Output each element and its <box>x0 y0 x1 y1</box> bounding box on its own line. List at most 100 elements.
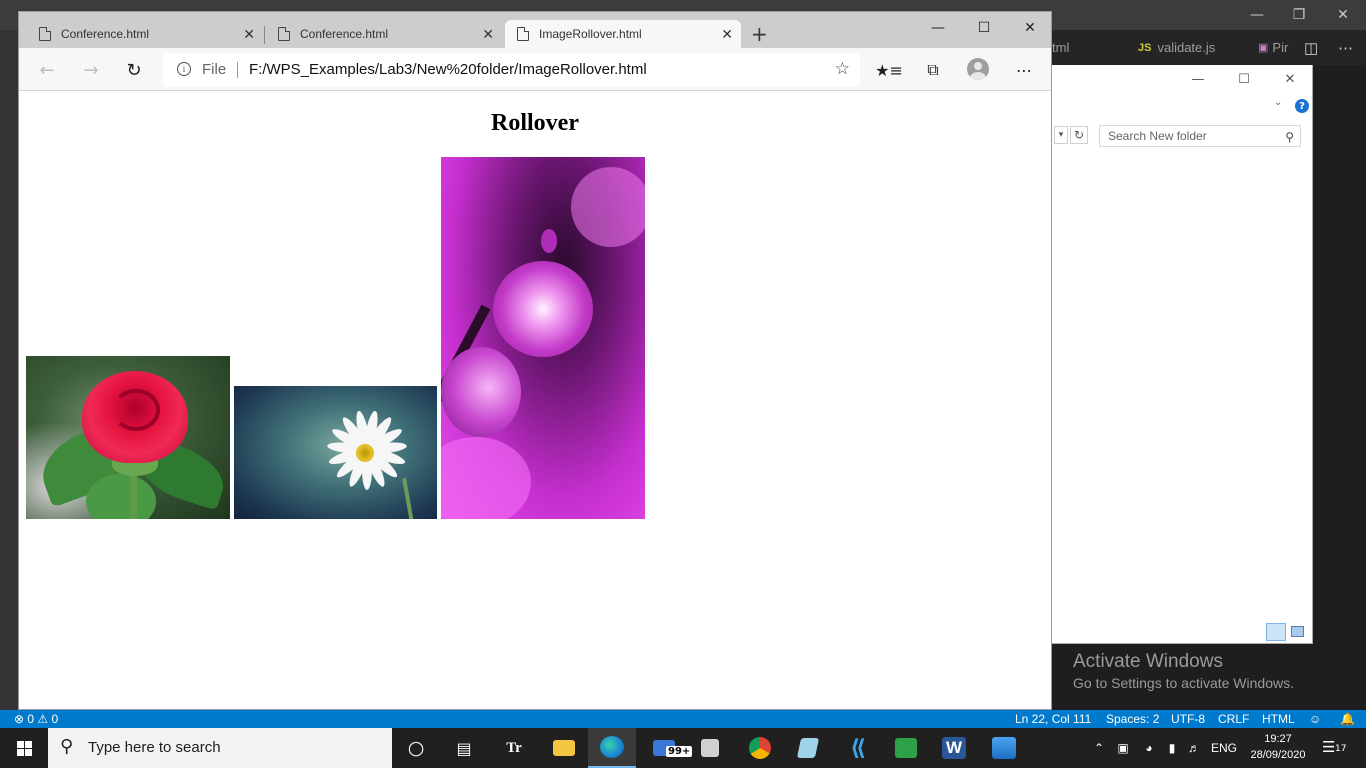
browser-tabstrip: Conference.html ✕ Conference.html ✕ Imag… <box>19 12 1051 48</box>
indentation-indicator[interactable]: Spaces: 2 <box>1106 711 1159 727</box>
browser-tab-conference-2[interactable]: Conference.html ✕ <box>266 20 502 48</box>
more-menu-icon[interactable]: ⋯ <box>1011 58 1037 82</box>
explorer-search-placeholder: Search New folder <box>1108 129 1207 143</box>
browser-minimize-button[interactable]: — <box>915 14 961 42</box>
vscode-status-bar: ⊗ 0 ⚠ 0 Ln 22, Col 111 Spaces: 2 UTF-8 C… <box>0 710 1366 728</box>
collections-icon[interactable]: ⧉ <box>920 58 946 82</box>
reload-icon[interactable]: ↻ <box>120 57 148 83</box>
details-view-icon[interactable] <box>1266 623 1286 641</box>
close-tab-icon[interactable]: ✕ <box>721 26 733 43</box>
task-view-button[interactable]: ▤ <box>440 728 488 768</box>
windows-taskbar: ⚲ Type here to search ○ ▤ Tr 99+ ⟪ W ⌃ ▣… <box>0 728 1366 768</box>
taskbar-clock[interactable]: 19:27 28/09/2020 <box>1242 731 1314 763</box>
web-page-content: Rollover <box>19 91 1051 709</box>
file-explorer-app-icon[interactable] <box>540 728 588 768</box>
encoding-indicator[interactable]: UTF-8 <box>1171 711 1205 727</box>
explorer-maximize-button[interactable]: ☐ <box>1224 69 1264 89</box>
tab-title: Conference.html <box>300 27 389 41</box>
vscode-app-icon[interactable]: ⟪ <box>834 728 882 768</box>
taskbar-search-placeholder: Type here to search <box>88 739 221 756</box>
activate-windows-watermark: Activate Windows Go to Settings to activ… <box>1073 651 1294 691</box>
cursor-position[interactable]: Ln 22, Col 111 <box>1015 711 1091 727</box>
forward-icon[interactable]: → <box>77 57 105 83</box>
vscode-close-button[interactable]: ✕ <box>1320 0 1366 30</box>
browser-tab-conference-1[interactable]: Conference.html ✕ <box>27 20 263 48</box>
document-icon <box>278 27 290 41</box>
browser-toolbar: ← → ↻ i File F:/WPS_Examples/Lab3/New%20… <box>19 48 1051 91</box>
close-tab-icon[interactable]: ✕ <box>243 26 255 43</box>
address-scheme-label: File <box>202 61 227 78</box>
language-mode[interactable]: HTML <box>1262 711 1295 727</box>
back-icon[interactable]: ← <box>33 57 61 83</box>
chrome-app-icon[interactable] <box>736 728 784 768</box>
show-hidden-icons-icon[interactable]: ⌃ <box>1090 728 1108 768</box>
notification-count: 17 <box>1335 744 1347 754</box>
large-icons-view-icon[interactable] <box>1291 626 1304 637</box>
word-app-icon[interactable]: W <box>930 728 978 768</box>
vscode-tab-validate-js[interactable]: JS validate.js <box>1138 30 1215 65</box>
close-tab-icon[interactable]: ✕ <box>482 26 494 43</box>
js-file-icon: JS <box>1138 41 1152 54</box>
daisy-image[interactable] <box>234 386 437 519</box>
browser-tab-imagerollover[interactable]: ImageRollover.html ✕ <box>505 20 741 48</box>
edge-app-icon[interactable] <box>588 728 636 768</box>
new-tab-button[interactable]: + <box>751 24 768 44</box>
store-app-icon[interactable] <box>686 728 734 768</box>
cortana-button[interactable]: ○ <box>392 728 440 768</box>
preview-icon: ▣ <box>1258 42 1269 54</box>
feedback-icon[interactable]: ☺ <box>1309 711 1321 727</box>
notepad-app-icon[interactable] <box>784 728 832 768</box>
start-button[interactable] <box>0 728 48 768</box>
edge-browser-window: Conference.html ✕ Conference.html ✕ Imag… <box>18 11 1052 710</box>
explorer-close-button[interactable]: ✕ <box>1270 69 1310 89</box>
vscode-editor-area <box>1313 65 1366 710</box>
cloud-download-app-icon[interactable] <box>882 728 930 768</box>
vscode-tab-pir[interactable]: ▣ Pir <box>1258 30 1288 65</box>
vscode-minimize-button[interactable]: — <box>1234 0 1280 30</box>
photos-app-icon[interactable] <box>980 728 1028 768</box>
wifi-icon[interactable]: ◕ <box>1138 728 1160 768</box>
blossom-image[interactable] <box>441 157 645 519</box>
explorer-minimize-button[interactable]: — <box>1178 69 1218 89</box>
ribbon-expand-icon[interactable]: ⌄ <box>1274 97 1282 108</box>
action-center-icon[interactable]: ☰ 17 <box>1322 738 1347 756</box>
vscode-activity-bar <box>0 30 18 710</box>
vscode-tab-label: tml <box>1052 40 1070 55</box>
favorites-icon[interactable]: ★≡ <box>875 58 903 82</box>
typora-app-icon[interactable]: Tr <box>490 728 538 768</box>
favorite-star-icon[interactable]: ☆ <box>835 59 850 79</box>
battery-icon[interactable]: ▮ <box>1162 728 1182 768</box>
problems-indicator[interactable]: ⊗ 0 ⚠ 0 <box>14 711 58 727</box>
profile-avatar[interactable] <box>967 58 989 80</box>
address-dropdown-icon[interactable]: ▾ <box>1054 126 1068 144</box>
file-explorer-window: — ☐ ✕ ⌄ ? ▾ ↻ Search New folder ⚲ <box>1052 65 1313 644</box>
help-icon[interactable]: ? <box>1295 99 1309 113</box>
address-bar[interactable]: i File F:/WPS_Examples/Lab3/New%20folder… <box>163 53 860 87</box>
eol-indicator[interactable]: CRLF <box>1218 711 1249 727</box>
search-icon: ⚲ <box>60 736 74 757</box>
notifications-bell-icon[interactable]: 🔔 <box>1340 711 1355 727</box>
clock-time: 19:27 <box>1264 733 1292 745</box>
security-tray-icon[interactable]: ▣ <box>1112 728 1134 768</box>
browser-maximize-button[interactable]: ☐ <box>961 14 1007 42</box>
more-actions-icon[interactable]: ⋯ <box>1338 30 1353 65</box>
explorer-search-input[interactable]: Search New folder ⚲ <box>1099 125 1301 147</box>
refresh-icon[interactable]: ↻ <box>1070 126 1088 144</box>
language-indicator[interactable]: ENG <box>1208 728 1240 768</box>
windows-logo-icon <box>16 740 32 756</box>
rose-image[interactable] <box>26 356 230 519</box>
tab-title: Conference.html <box>61 27 150 41</box>
taskbar-search-box[interactable]: ⚲ Type here to search <box>48 728 392 768</box>
vscode-tab-label: Pir <box>1272 40 1289 55</box>
vscode-tab-html[interactable]: tml <box>1052 30 1069 65</box>
site-info-icon[interactable]: i <box>177 62 191 76</box>
search-icon: ⚲ <box>1285 130 1294 144</box>
address-url[interactable]: F:/WPS_Examples/Lab3/New%20folder/ImageR… <box>249 61 647 78</box>
document-icon <box>517 27 529 41</box>
mail-app-icon[interactable]: 99+ <box>640 728 693 768</box>
split-editor-icon[interactable]: ◫ <box>1304 30 1318 65</box>
browser-close-button[interactable]: ✕ <box>1007 14 1051 42</box>
volume-icon[interactable]: ♬ <box>1184 728 1204 768</box>
vscode-restore-button[interactable]: ❐ <box>1276 0 1322 30</box>
vscode-editor-tabs: tml JS validate.js ▣ Pir ◫ ⋯ <box>1052 30 1366 65</box>
